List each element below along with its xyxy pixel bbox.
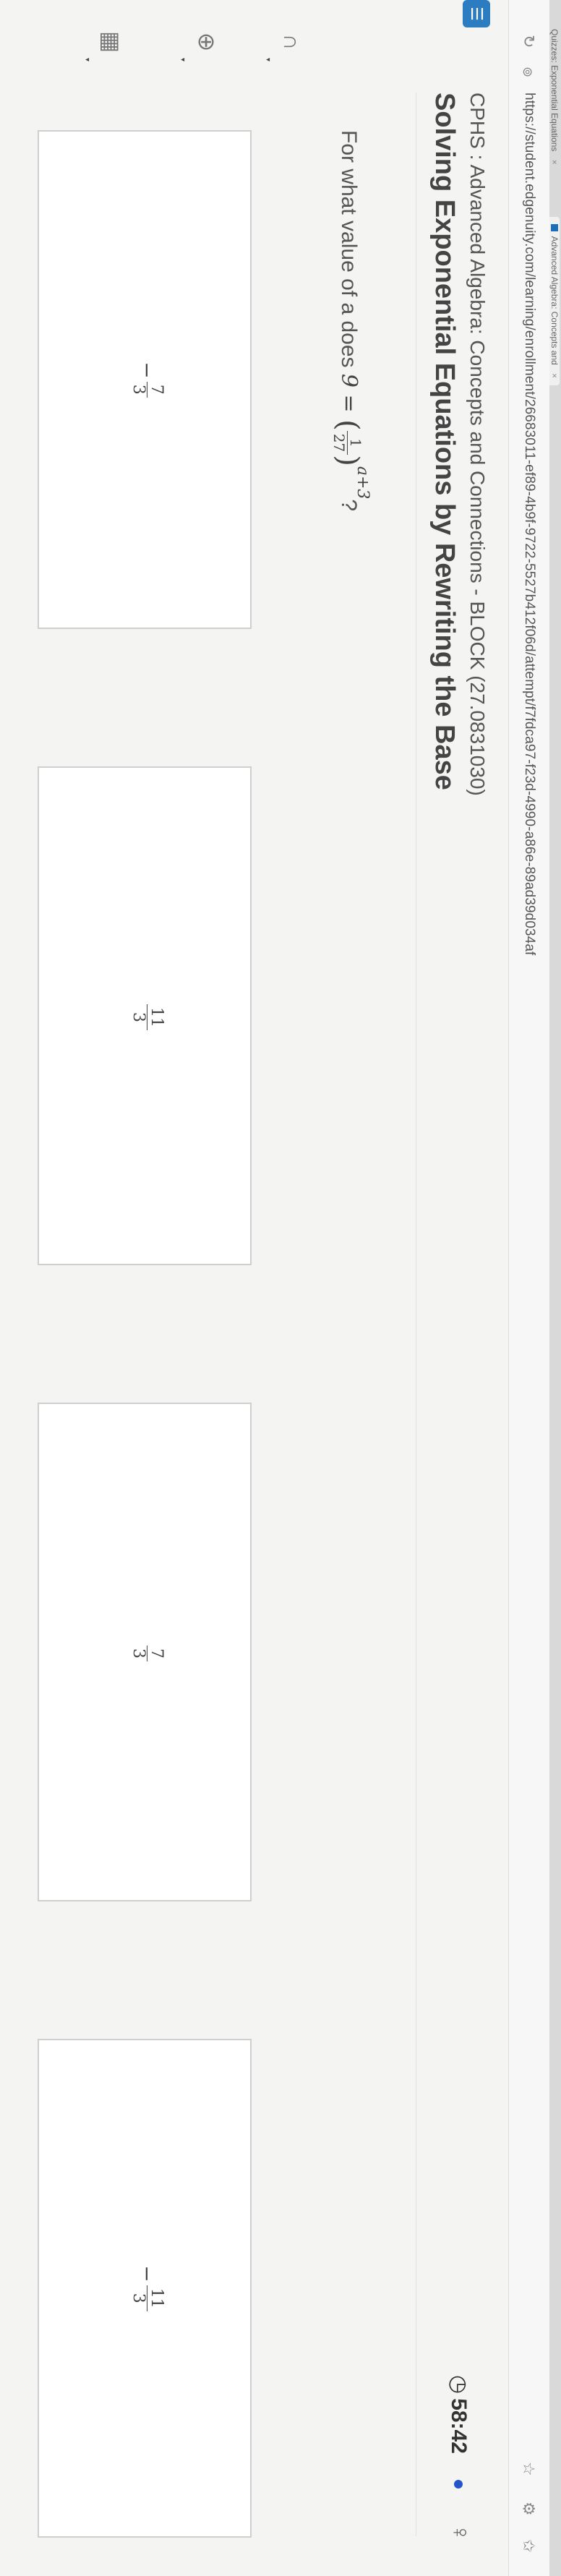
help-icon[interactable]: ♀ xyxy=(446,2523,474,2542)
choice-sign: − xyxy=(135,361,159,379)
choice-numerator: 7 xyxy=(147,381,166,398)
favicon-icon xyxy=(551,224,558,231)
equation-exponent: a+3 xyxy=(354,466,372,500)
tab-strip: Quizzes: Exponential Equations × Advance… xyxy=(549,0,561,2576)
choice-denominator: 3 xyxy=(129,2293,147,2303)
screen: Quizzes: Exponential Equations × Advance… xyxy=(0,0,561,2576)
reload-icon[interactable]: ↻ xyxy=(519,35,538,48)
tool-rail: ☰ ∩ ▾ ⊕ ▾ ▦ ▾ xyxy=(0,0,509,75)
lock-icon: ⊚ xyxy=(521,67,535,78)
fraction-numerator: 1 xyxy=(347,430,365,455)
choice-denominator: 3 xyxy=(129,1012,147,1022)
question-equation: 9 = (1 27)a+3 xyxy=(330,373,372,500)
equation-equals: = xyxy=(336,387,361,420)
clock-icon: ◷ xyxy=(447,2375,471,2395)
equation-fraction: 1 27 xyxy=(330,430,365,455)
answer-choice-3[interactable]: 73 xyxy=(38,1403,252,1901)
globe-icon[interactable]: ⊕ ▾ xyxy=(179,20,228,64)
tab-label: Advanced Algebra: Concepts and xyxy=(549,236,560,365)
answer-choice-1[interactable]: − 7 3 xyxy=(38,130,252,629)
close-icon[interactable]: × xyxy=(549,160,560,165)
tab-label: Quizzes: Exponential Equations xyxy=(549,29,560,152)
choice-sign: − xyxy=(135,2265,159,2282)
choice-fraction: 11 3 xyxy=(129,1004,166,1030)
address-bar: ↻ ⊚ https://student.edgenuity.com/learni… xyxy=(508,0,549,2576)
star-icon[interactable]: ☆ xyxy=(519,2462,538,2476)
question-prompt: For what value of a does 9 = (1 27)a+3? xyxy=(331,130,372,511)
answer-choice-4[interactable]: − 11 3 xyxy=(38,2039,252,2538)
favorites-icon[interactable]: ✩ xyxy=(519,2539,538,2552)
fraction-denominator: 27 xyxy=(330,433,348,453)
choice-fraction: 73 xyxy=(129,1646,166,1661)
choice-numerator: 11 xyxy=(147,2285,166,2311)
calculator-icon[interactable]: ▦ ▾ xyxy=(83,20,133,64)
question-mark: ? xyxy=(337,499,361,512)
puzzle-icon[interactable]: ⚙ xyxy=(519,2502,538,2516)
choice-numerator: 7 xyxy=(147,1646,166,1661)
choice-fraction: 11 3 xyxy=(129,2285,166,2311)
course-title: CPHS : Advanced Algebra: Concepts and Co… xyxy=(466,93,489,796)
choice-fraction: 73 xyxy=(129,381,166,398)
timer: ◷ 58:42 xyxy=(446,2375,471,2454)
browser-tab-quizzes[interactable]: Quizzes: Exponential Equations × xyxy=(549,29,560,165)
headphones-icon[interactable]: ∩ ▾ xyxy=(264,20,314,64)
lesson-title: Solving Exponential Equations by Rewriti… xyxy=(429,93,460,790)
question-text: For what value of a does xyxy=(337,130,361,374)
url-field[interactable]: https://student.edgenuity.com/learning/e… xyxy=(521,93,537,955)
answer-choice-2[interactable]: 11 3 xyxy=(38,766,252,1265)
menu-icon[interactable]: ☰ xyxy=(463,0,490,27)
choice-numerator: 11 xyxy=(147,1004,166,1030)
equation-lhs: 9 xyxy=(336,373,361,388)
choice-denominator: 3 xyxy=(129,1648,147,1659)
status-dot xyxy=(454,2480,463,2489)
timer-value: 58:42 xyxy=(447,2398,471,2454)
choice-denominator: 3 xyxy=(129,384,147,395)
close-icon[interactable]: × xyxy=(549,373,560,378)
browser-tab-active[interactable]: Advanced Algebra: Concepts and × xyxy=(549,217,560,386)
